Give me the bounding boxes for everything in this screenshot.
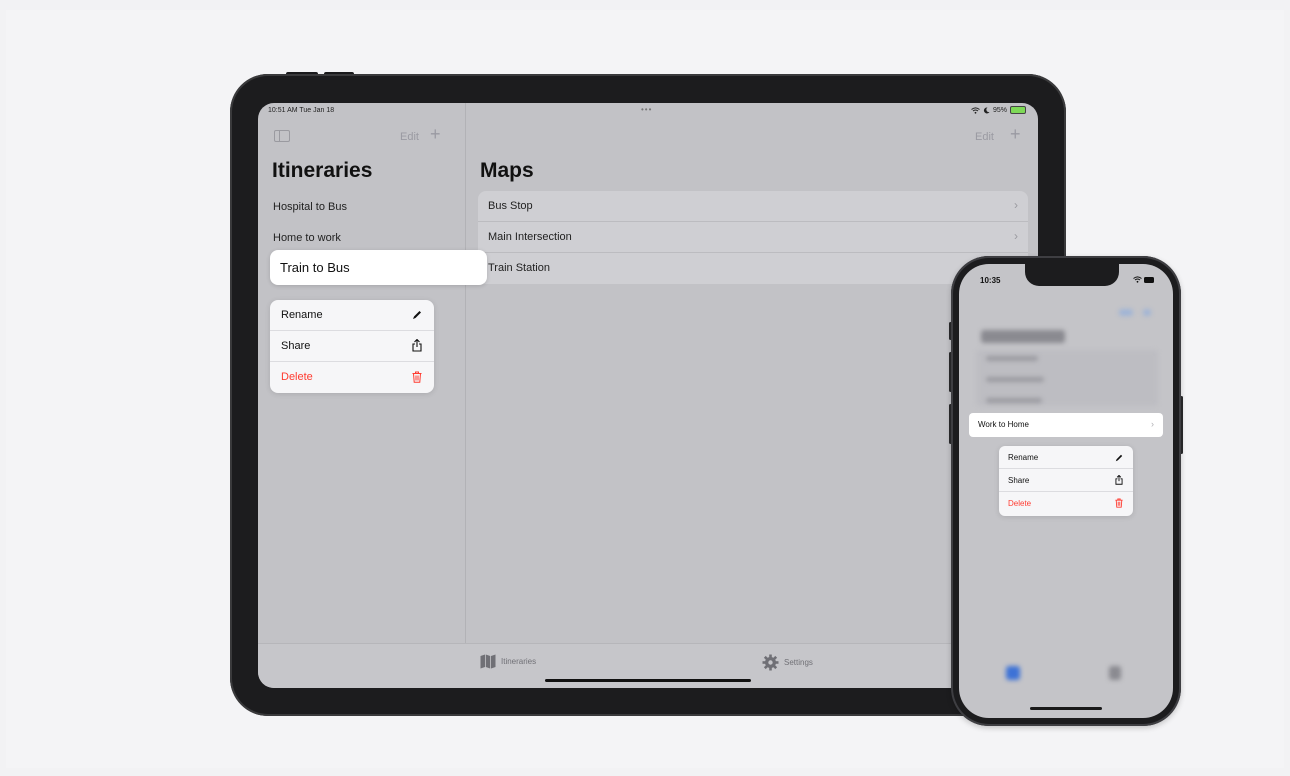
wifi-icon	[1133, 276, 1142, 283]
blurred-row	[986, 398, 1042, 403]
iphone-status-icons	[1133, 276, 1155, 285]
blurred-row	[986, 356, 1038, 361]
menu-item-rename[interactable]: Rename	[999, 446, 1133, 469]
menu-item-share[interactable]: Share	[999, 469, 1133, 492]
pencil-icon	[1115, 454, 1123, 462]
menu-item-label: Share	[1008, 476, 1030, 485]
pencil-icon	[413, 311, 421, 319]
iphone-status-time: 10:35	[980, 276, 1001, 285]
menu-item-label: Delete	[281, 371, 313, 383]
sidebar-item-train-to-bus[interactable]: Train to Bus	[270, 250, 487, 285]
blurred-tab-icon	[1109, 666, 1121, 680]
chevron-right-icon: ›	[1014, 229, 1018, 243]
menu-item-label: Rename	[281, 309, 323, 321]
maps-edit-button[interactable]: Edit	[975, 131, 994, 143]
blurred-row	[986, 377, 1044, 382]
battery-percent: 95%	[992, 106, 1007, 114]
iphone-home-indicator[interactable]	[1030, 707, 1102, 710]
maps-title: Maps	[480, 159, 534, 182]
battery-icon	[1010, 106, 1026, 114]
menu-item-delete[interactable]: Delete	[999, 492, 1133, 515]
menu-item-delete[interactable]: Delete	[270, 362, 434, 393]
trash-icon	[1115, 498, 1123, 508]
tab-settings[interactable]: Settings	[762, 654, 813, 671]
maps-row-main-intersection[interactable]: Main Intersection ›	[478, 222, 1028, 253]
maps-row-label: Main Intersection	[488, 231, 572, 243]
share-icon	[1115, 475, 1123, 485]
trash-icon	[412, 371, 422, 383]
blurred-edit-button	[1119, 309, 1133, 316]
ipad-home-indicator[interactable]	[545, 679, 751, 682]
ipad-context-menu: Rename Share Delete	[270, 300, 434, 393]
gear-icon	[762, 654, 779, 671]
iphone-context-menu: Rename Share Delete	[999, 446, 1133, 516]
blurred-tab-icon	[1006, 666, 1020, 680]
ipad-status-icons: 95%	[971, 106, 1026, 114]
list-item-label: Work to Home	[978, 420, 1029, 429]
sidebar-item-hospital-to-bus[interactable]: Hospital to Bus	[273, 201, 347, 213]
blurred-add-button	[1143, 309, 1151, 316]
maps-row-bus-stop[interactable]: Bus Stop ›	[478, 191, 1028, 222]
tab-label: Settings	[784, 658, 813, 667]
maps-row-label: Train Station	[488, 262, 550, 274]
tab-itineraries[interactable]: Itineraries	[480, 654, 536, 669]
maps-list: Bus Stop › Main Intersection › Train Sta…	[478, 191, 1028, 284]
maps-row-label: Bus Stop	[488, 200, 533, 212]
moon-icon	[983, 106, 990, 113]
tab-label: Itineraries	[501, 657, 537, 666]
sidebar-selected-label: Train to Bus	[280, 260, 350, 275]
sidebar-add-icon[interactable]: +	[430, 124, 441, 145]
menu-item-share[interactable]: Share	[270, 331, 434, 362]
ipad-screen: 10:51 AM Tue Jan 18 ••• 95% Edit + Itine…	[258, 103, 1038, 688]
iphone-screen: 10:35 Work to Home › Rename Share Delete	[959, 264, 1173, 718]
sidebar-toggle-icon[interactable]	[274, 130, 290, 142]
sidebar-edit-button[interactable]: Edit	[400, 131, 419, 143]
maps-row-train-station[interactable]: Train Station	[478, 253, 1028, 284]
wifi-icon	[971, 106, 980, 114]
list-item-work-to-home[interactable]: Work to Home ›	[969, 413, 1163, 437]
maps-add-icon[interactable]: +	[1010, 124, 1021, 145]
menu-item-label: Share	[281, 340, 311, 352]
battery-icon	[1144, 277, 1154, 283]
sidebar-title: Itineraries	[272, 159, 373, 182]
menu-item-rename[interactable]: Rename	[270, 300, 434, 331]
multitasking-dots[interactable]: •••	[641, 105, 652, 114]
iphone-notch	[1025, 264, 1119, 286]
blurred-title	[981, 330, 1065, 343]
share-icon	[412, 339, 422, 352]
map-icon	[480, 654, 496, 669]
stage: 10:51 AM Tue Jan 18 ••• 95% Edit + Itine…	[0, 0, 1290, 776]
menu-item-label: Delete	[1008, 499, 1032, 508]
menu-item-label: Rename	[1008, 453, 1039, 462]
chevron-right-icon: ›	[1014, 198, 1018, 212]
chevron-right-icon: ›	[1151, 419, 1154, 429]
sidebar-item-home-to-work[interactable]: Home to work	[273, 232, 341, 244]
